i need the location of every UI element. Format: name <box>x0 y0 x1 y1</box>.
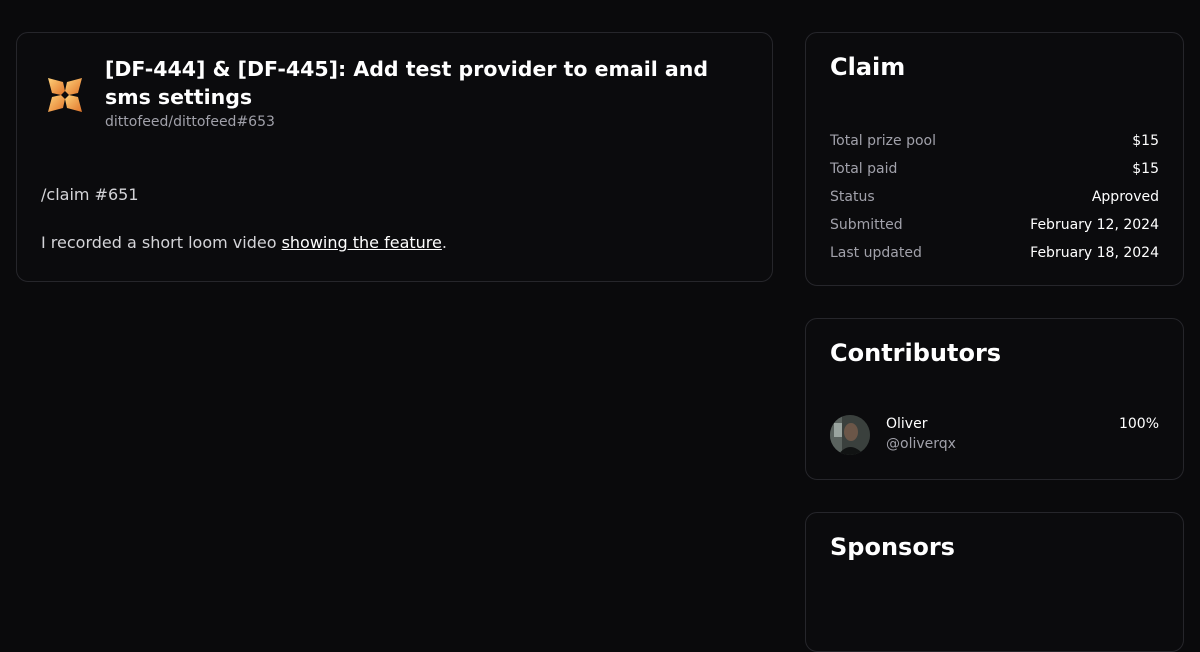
claim-row-total-paid: Total paid $15 <box>830 155 1159 183</box>
dittofeed-logo-icon <box>47 77 83 113</box>
pr-body: /claim #651 I recorded a short loom vide… <box>41 183 741 279</box>
claim-row-label: Total paid <box>830 161 898 177</box>
claim-heading: Claim <box>830 53 906 81</box>
claim-details: Total prize pool $15 Total paid $15 Stat… <box>830 127 1159 267</box>
contributor-name[interactable]: Oliver <box>886 414 927 434</box>
status-badge: Approved <box>1091 189 1159 205</box>
claim-row-label: Submitted <box>830 217 903 233</box>
pr-title[interactable]: [DF-444] & [DF-445]: Add test provider t… <box>105 55 755 111</box>
claim-row-last-updated: Last updated February 18, 2024 <box>830 239 1159 267</box>
claim-row-value: $15 <box>1132 133 1159 149</box>
pr-body-suffix: . <box>441 233 447 252</box>
pr-body-description: I recorded a short loom video showing th… <box>41 231 741 255</box>
pr-reference[interactable]: dittofeed/dittofeed#653 <box>105 114 275 130</box>
contributor-share: 100% <box>1118 416 1159 432</box>
claim-row-prize-pool: Total prize pool $15 <box>830 127 1159 155</box>
claim-card: Claim Total prize pool $15 Total paid $1… <box>805 32 1184 286</box>
claim-row-value: February 18, 2024 <box>1030 245 1159 261</box>
claim-row-submitted: Submitted February 12, 2024 <box>830 211 1159 239</box>
contributors-card: Contributors Oliver @oliverqx 100% <box>805 318 1184 480</box>
claim-row-value: February 12, 2024 <box>1030 217 1159 233</box>
sponsors-card: Sponsors <box>805 512 1184 652</box>
claim-row-label: Status <box>830 189 875 205</box>
claim-row-status: Status Approved <box>830 183 1159 211</box>
claim-row-label: Last updated <box>830 245 922 261</box>
pull-request-card: [DF-444] & [DF-445]: Add test provider t… <box>16 32 773 282</box>
pr-body-claim-line: /claim #651 <box>41 185 139 204</box>
pr-body-prefix: I recorded a short loom video <box>41 233 282 252</box>
sponsors-heading: Sponsors <box>830 533 955 561</box>
claim-row-value: $15 <box>1132 161 1159 177</box>
avatar[interactable] <box>830 415 870 455</box>
claim-row-label: Total prize pool <box>830 133 936 149</box>
feature-video-link[interactable]: showing the feature <box>282 233 442 252</box>
contributors-heading: Contributors <box>830 339 1002 367</box>
contributor-item[interactable]: Oliver @oliverqx 100% <box>830 415 1159 457</box>
contributor-handle[interactable]: @oliverqx <box>886 434 956 454</box>
